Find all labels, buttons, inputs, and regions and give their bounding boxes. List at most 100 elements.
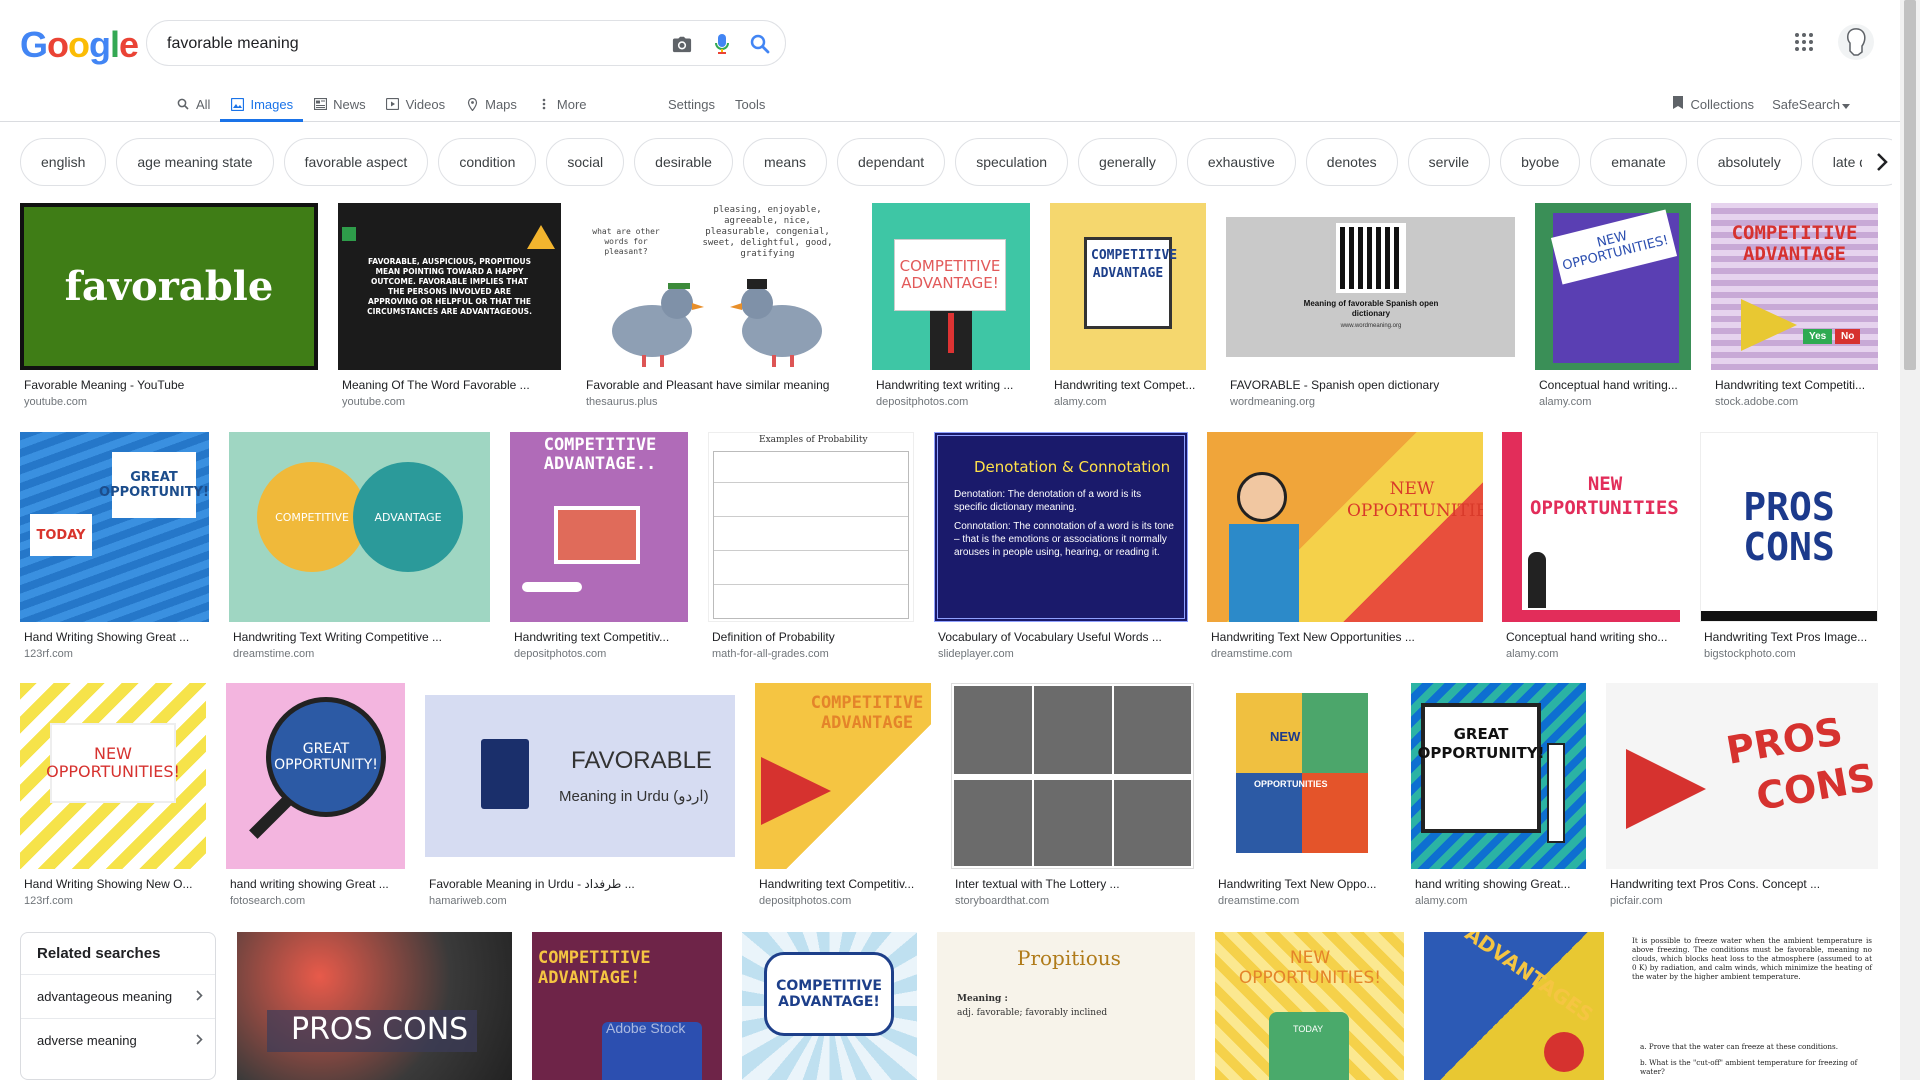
result-thumbnail: Meaning of favorable Spanish open dictio… xyxy=(1226,203,1515,370)
result-source: hamariweb.com xyxy=(429,895,507,907)
result-thumbnail: ADVANTAGES xyxy=(1424,932,1604,1080)
image-result[interactable]: NEW OPPORTUNITIES! Conceptual hand writi… xyxy=(1502,432,1680,660)
image-result[interactable]: ADVANTAGES xyxy=(1424,932,1604,1080)
chip[interactable]: favorable aspect xyxy=(283,138,429,186)
camera-icon[interactable] xyxy=(669,31,695,57)
tab-images[interactable]: Images xyxy=(220,86,303,122)
page-scrollbar[interactable] xyxy=(1900,0,1920,1080)
news-icon xyxy=(313,97,327,111)
image-result[interactable]: GREAT OPPORTUNITY! TODAY Hand Writing Sh… xyxy=(20,432,209,660)
chip[interactable]: age meaning state xyxy=(116,138,274,186)
result-title: Handwriting text Competitiv... xyxy=(514,630,670,644)
no-badge: No xyxy=(1835,329,1861,344)
safesearch-dropdown[interactable]: SafeSearch xyxy=(1772,86,1850,122)
image-result[interactable]: It is possible to freeze water when the … xyxy=(1624,932,1878,1080)
image-result[interactable]: Meaning of favorable Spanish open dictio… xyxy=(1226,203,1515,408)
chip[interactable]: absolutely xyxy=(1696,138,1802,186)
result-thumbnail: FAVORABLE Meaning in Urdu (اردو) xyxy=(425,683,735,869)
chip[interactable]: emanate xyxy=(1590,138,1687,186)
result-source: depositphotos.com xyxy=(759,895,852,907)
related-search-item[interactable]: adverse meaning xyxy=(21,1018,215,1062)
image-result[interactable]: GREAT OPPORTUNITY! hand writing showing … xyxy=(1411,683,1586,907)
image-result[interactable]: COMPETITIVE ADVANTAGE! Adobe Stock xyxy=(532,932,722,1080)
image-result[interactable]: NEW OPPORTUNITIES Handwriting Text New O… xyxy=(1214,683,1391,907)
thumb-text: TODAY xyxy=(36,527,86,543)
result-title: Meaning Of The Word Favorable ... xyxy=(342,378,530,392)
image-result[interactable]: PROS CONS xyxy=(237,932,512,1080)
result-source: 123rf.com xyxy=(24,895,73,907)
google-logo[interactable]: Google xyxy=(20,24,139,66)
chip[interactable]: condition xyxy=(438,138,537,186)
image-result[interactable]: FAVORABLE, AUSPICIOUS, PROPITIOUS MEAN P… xyxy=(338,203,561,408)
image-result[interactable]: PROS CONS Handwriting text Pros Cons. Co… xyxy=(1606,683,1878,907)
result-title: Handwriting Text New Opportunities ... xyxy=(1211,630,1415,644)
result-source: bigstockphoto.com xyxy=(1704,648,1796,660)
chip[interactable]: dependant xyxy=(837,138,946,186)
chip[interactable]: byobe xyxy=(1500,138,1581,186)
apps-grid-icon[interactable] xyxy=(1794,32,1818,56)
account-avatar[interactable] xyxy=(1838,24,1874,60)
image-result[interactable]: Propitious Meaning : adj. favorable; fav… xyxy=(937,932,1195,1080)
image-result[interactable]: COMPETITIVE ADVANTAGE Handwriting text C… xyxy=(1050,203,1206,408)
chip[interactable]: exhaustive xyxy=(1186,138,1296,186)
collections-link[interactable]: Collections xyxy=(1672,86,1754,122)
result-thumbnail: COMPETITIVE ADVANTAGE xyxy=(1050,203,1206,370)
thumb-text: FAVORABLE xyxy=(571,747,712,774)
tools-link[interactable]: Tools xyxy=(735,86,765,122)
image-result[interactable]: COMPETITIVE ADVANTAGE! Handwriting text … xyxy=(872,203,1030,408)
person-body xyxy=(1229,524,1299,622)
chip[interactable]: social xyxy=(546,138,625,186)
result-title: Handwriting Text New Oppo... xyxy=(1218,877,1377,891)
result-source: wordmeaning.org xyxy=(1230,396,1315,408)
image-result[interactable]: NEW OPPORTUNITIES! Hand Writing Showing … xyxy=(20,683,206,907)
thumb-text: Meaning of favorable Spanish open dictio… xyxy=(1303,299,1439,318)
tab-videos[interactable]: Videos xyxy=(376,86,456,122)
image-result[interactable]: NEW OPPORTUNITIES! Conceptual hand writi… xyxy=(1535,203,1691,408)
image-result[interactable]: Denotation & Connotation Denotation: The… xyxy=(934,432,1188,660)
result-title: Hand Writing Showing New O... xyxy=(24,877,193,891)
result-title: Conceptual hand writing... xyxy=(1539,378,1678,392)
probability-table xyxy=(713,451,909,619)
image-result[interactable]: NEW OPPORTUNITIES! TODAY xyxy=(1215,932,1404,1080)
image-result[interactable]: GREAT OPPORTUNITY! hand writing showing … xyxy=(226,683,405,907)
image-result[interactable]: pleasing, enjoyable, agreeable, nice, pl… xyxy=(582,203,852,408)
tab-all[interactable]: All xyxy=(166,86,220,122)
chip[interactable]: generally xyxy=(1078,138,1177,186)
scrollbar-thumb[interactable] xyxy=(1904,0,1916,370)
settings-link[interactable]: Settings xyxy=(668,86,715,122)
search-input[interactable] xyxy=(167,33,647,55)
chevron-right-icon[interactable] xyxy=(1862,142,1902,182)
video-icon xyxy=(386,97,400,111)
chip[interactable]: english xyxy=(20,138,107,186)
thumb-text: NEW OPPORTUNITIES! xyxy=(1347,479,1483,521)
microphone-icon[interactable] xyxy=(709,31,735,57)
chip[interactable]: means xyxy=(742,138,828,186)
chip[interactable]: denotes xyxy=(1305,138,1398,186)
image-result[interactable]: COMPETITIVE ADVANTAGE Yes No Handwriting… xyxy=(1711,203,1878,408)
more-vert-icon xyxy=(537,97,551,111)
top-header: Google All Images xyxy=(0,0,1900,122)
image-result[interactable]: Examples of Probability Definition of Pr… xyxy=(708,432,914,660)
result-title: Handwriting text writing ... xyxy=(876,378,1014,392)
chip[interactable]: servile xyxy=(1407,138,1491,186)
image-result[interactable]: COMPETITIVE ADVANTAGE Handwriting text C… xyxy=(755,683,931,907)
right-links: Collections SafeSearch xyxy=(1672,86,1850,122)
result-title: hand writing showing Great... xyxy=(1415,877,1571,891)
image-result[interactable]: COMPETITIVE ADVANTAGE Handwriting Text W… xyxy=(229,432,490,660)
image-result[interactable]: FAVORABLE Meaning in Urdu (اردو) Favorab… xyxy=(425,683,735,907)
chip[interactable]: desirable xyxy=(634,138,733,186)
image-result[interactable]: NEW OPPORTUNITIES! Handwriting Text New … xyxy=(1207,432,1483,660)
tab-more[interactable]: More xyxy=(527,86,597,122)
image-result[interactable]: COMPETITIVE ADVANTAGE! xyxy=(742,932,917,1080)
search-icon[interactable] xyxy=(747,31,773,57)
image-result[interactable]: PROS CONS Handwriting Text Pros Image...… xyxy=(1700,432,1878,660)
image-result[interactable]: Inter textual with The Lottery ... story… xyxy=(951,683,1194,907)
image-result[interactable]: favorable Favorable Meaning - YouTube yo… xyxy=(20,203,318,408)
result-title: Handwriting text Pros Cons. Concept ... xyxy=(1610,877,1821,891)
tab-maps[interactable]: Maps xyxy=(455,86,527,122)
thumb-text: GREAT OPPORTUNITY! xyxy=(274,741,378,773)
chip[interactable]: speculation xyxy=(955,138,1069,186)
tab-news[interactable]: News xyxy=(303,86,376,122)
image-result[interactable]: COMPETITIVE ADVANTAGE.. Handwriting text… xyxy=(510,432,688,660)
related-search-item[interactable]: advantageous meaning xyxy=(21,974,215,1018)
